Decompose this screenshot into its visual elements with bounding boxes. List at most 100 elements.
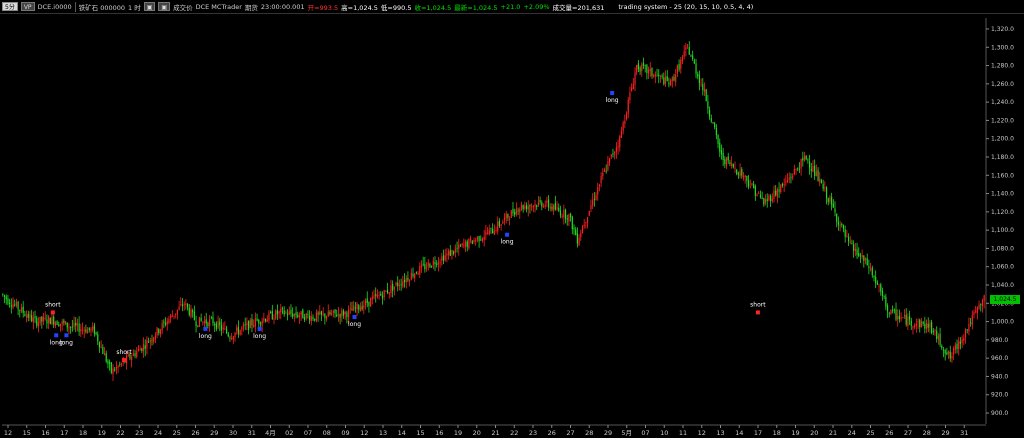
date-tick-label: 23 bbox=[135, 429, 143, 437]
candle-body bbox=[351, 308, 353, 311]
candle-body bbox=[463, 244, 465, 246]
date-tick-label: 09 bbox=[341, 429, 349, 437]
candle-body bbox=[225, 328, 228, 334]
candle-body bbox=[744, 175, 746, 178]
candle-body bbox=[639, 67, 641, 72]
candle-body bbox=[924, 323, 926, 329]
candle-body bbox=[956, 343, 958, 349]
candle-body bbox=[436, 263, 438, 265]
candle-body bbox=[634, 72, 636, 85]
price-chart[interactable]: shortlonglongshortlong longlonglonglongsh… bbox=[0, 14, 1024, 438]
candle-body bbox=[517, 210, 519, 212]
candle-body bbox=[968, 324, 970, 332]
candle-body bbox=[398, 285, 401, 286]
format-icon[interactable]: ▣ bbox=[158, 2, 171, 11]
candle-body bbox=[505, 213, 507, 219]
candle-body bbox=[546, 200, 548, 203]
candle-body bbox=[651, 67, 653, 76]
date-tick-label: 16 bbox=[435, 429, 443, 437]
candle-body bbox=[927, 323, 929, 328]
candle-body bbox=[715, 127, 717, 136]
candle-body bbox=[556, 207, 558, 209]
date-tick-label: 20 bbox=[473, 429, 481, 437]
candle-body bbox=[112, 368, 114, 375]
candle-body bbox=[92, 326, 94, 330]
candle-body bbox=[383, 290, 385, 298]
candle-body bbox=[420, 264, 423, 268]
candle-body bbox=[329, 311, 331, 315]
candle-body bbox=[237, 327, 240, 334]
candle-body bbox=[217, 321, 219, 328]
candle-body bbox=[25, 315, 28, 318]
candle-body bbox=[542, 206, 545, 207]
volume-profile-button[interactable]: VP bbox=[20, 2, 35, 11]
candle-body bbox=[446, 253, 448, 256]
candle-body bbox=[209, 319, 211, 327]
candle-body bbox=[481, 238, 484, 242]
close-value: 收=1,024.5 bbox=[414, 3, 452, 12]
candle-body bbox=[563, 209, 565, 218]
candle-body bbox=[295, 312, 297, 316]
candle-body bbox=[592, 200, 594, 206]
candle-body bbox=[788, 177, 790, 180]
price-tick-label: 1,180.0 bbox=[991, 154, 1014, 161]
candle-body bbox=[515, 208, 517, 215]
candle-body bbox=[775, 190, 777, 196]
candle-body bbox=[78, 323, 80, 332]
candle-body bbox=[70, 327, 72, 328]
candle-body bbox=[273, 318, 275, 320]
candle-body bbox=[195, 321, 197, 327]
settings-icon[interactable]: ▣ bbox=[143, 2, 156, 11]
candle-body bbox=[963, 337, 965, 342]
instrument-name: 铁矿石 000000 bbox=[78, 3, 126, 12]
candle-body bbox=[620, 131, 623, 138]
candle-body bbox=[107, 360, 109, 364]
candle-body bbox=[405, 277, 407, 283]
candle-body bbox=[251, 318, 253, 326]
candle-body bbox=[276, 310, 279, 315]
candle-body bbox=[664, 76, 667, 84]
candle-body bbox=[758, 193, 760, 194]
price-tick-label: 1,280.0 bbox=[991, 63, 1014, 70]
candle-body bbox=[571, 216, 573, 230]
candle-body bbox=[485, 231, 487, 235]
candle-body bbox=[531, 205, 533, 207]
candle-body bbox=[688, 47, 690, 55]
candle-body bbox=[239, 329, 241, 335]
candle-body bbox=[878, 285, 880, 287]
candle-body bbox=[514, 211, 516, 215]
price-tick-label: 1,100.0 bbox=[991, 227, 1014, 234]
long-signal-label: long bbox=[501, 239, 514, 246]
candle-body bbox=[661, 75, 663, 77]
candle-body bbox=[524, 206, 526, 209]
candle-body bbox=[920, 321, 923, 328]
candle-body bbox=[586, 217, 589, 223]
candle-body bbox=[236, 327, 238, 332]
interval-button[interactable]: 5分 bbox=[2, 2, 18, 11]
candle-body bbox=[134, 353, 136, 357]
candle-body bbox=[449, 250, 451, 256]
candle-body bbox=[234, 332, 236, 338]
candle-body bbox=[710, 118, 712, 122]
candle-body bbox=[612, 153, 614, 155]
candle-body bbox=[478, 236, 480, 242]
candle-body bbox=[332, 310, 334, 313]
candle-body bbox=[281, 307, 284, 309]
candle-body bbox=[658, 74, 660, 77]
candle-body bbox=[393, 286, 395, 290]
candle-body bbox=[907, 316, 909, 327]
candle-body bbox=[858, 253, 860, 257]
candle-body bbox=[698, 75, 701, 84]
candle-body bbox=[797, 168, 799, 170]
candle-body bbox=[944, 350, 946, 354]
date-tick-label: 29 bbox=[941, 429, 949, 437]
symbol-label[interactable]: DCE.i0000 bbox=[38, 3, 72, 11]
candle-body bbox=[951, 355, 953, 359]
candle-body bbox=[554, 203, 556, 210]
candle-body bbox=[454, 248, 456, 252]
candle-body bbox=[842, 225, 845, 229]
candle-body bbox=[39, 316, 41, 324]
interval-label[interactable]: 1 时 bbox=[128, 2, 141, 12]
candle-body bbox=[712, 122, 714, 124]
candle-body bbox=[370, 298, 372, 307]
